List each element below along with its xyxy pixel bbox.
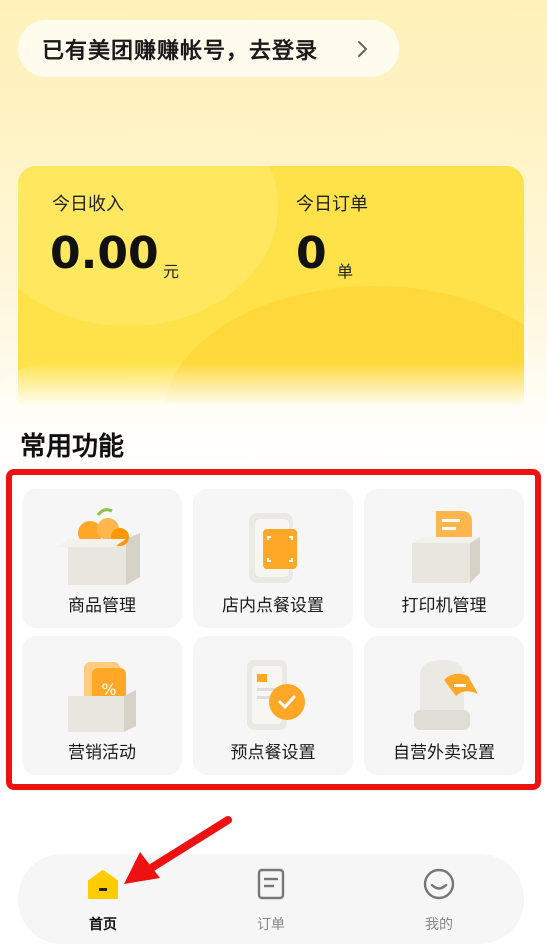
function-label: 预点餐设置 bbox=[230, 743, 316, 763]
dine-in-order-icon bbox=[249, 513, 297, 583]
bottom-tab-bar: 首页 订单 我的 bbox=[18, 854, 524, 944]
profile-icon bbox=[423, 868, 455, 900]
function-dine-in-settings[interactable]: 店内点餐设置 bbox=[193, 489, 353, 628]
section-title: 常用功能 bbox=[20, 432, 125, 462]
marketing-coupon-icon: % bbox=[68, 662, 136, 732]
function-label: 打印机管理 bbox=[401, 596, 487, 616]
home-icon bbox=[88, 870, 118, 899]
login-prompt-text: 已有美团赚赚帐号，去登录 bbox=[42, 38, 319, 64]
function-marketing[interactable]: % 营销活动 bbox=[22, 636, 182, 775]
chevron-right-icon bbox=[358, 41, 367, 57]
function-printer-management[interactable]: 打印机管理 bbox=[364, 489, 524, 628]
tab-label: 首页 bbox=[89, 917, 117, 933]
tab-label: 我的 bbox=[425, 917, 453, 933]
orders-icon bbox=[257, 868, 285, 900]
income-value: 0.00 bbox=[50, 228, 159, 279]
orders-value: 0 bbox=[296, 228, 327, 279]
tab-profile[interactable]: 我的 bbox=[394, 866, 484, 936]
pointer-arrow-icon bbox=[124, 816, 232, 884]
function-label: 商品管理 bbox=[68, 596, 136, 616]
function-label: 店内点餐设置 bbox=[222, 596, 324, 616]
function-label: 营销活动 bbox=[68, 743, 136, 763]
function-product-management[interactable]: 商品管理 bbox=[22, 489, 182, 628]
function-delivery-settings[interactable]: 自营外卖设置 bbox=[364, 636, 524, 775]
tab-label: 订单 bbox=[257, 917, 285, 933]
orders-unit: 单 bbox=[337, 262, 354, 281]
function-preorder-settings[interactable]: 预点餐设置 bbox=[193, 636, 353, 775]
income-label: 今日收入 bbox=[52, 194, 124, 215]
preorder-clock-icon bbox=[247, 660, 305, 730]
tab-orders[interactable]: 订单 bbox=[226, 866, 316, 936]
delivery-bag-icon bbox=[414, 660, 478, 730]
login-prompt-button[interactable]: 已有美团赚赚帐号，去登录 bbox=[18, 20, 399, 77]
orders-label: 今日订单 bbox=[296, 194, 368, 215]
function-grid: 商品管理 店内点餐设置 打印机管理 % 营销活动 预点餐设置 自营外卖设置 bbox=[22, 489, 524, 775]
income-unit: 元 bbox=[163, 262, 180, 281]
printer-icon bbox=[412, 511, 480, 583]
function-label: 自营外卖设置 bbox=[393, 743, 495, 763]
product-box-icon bbox=[58, 508, 140, 585]
